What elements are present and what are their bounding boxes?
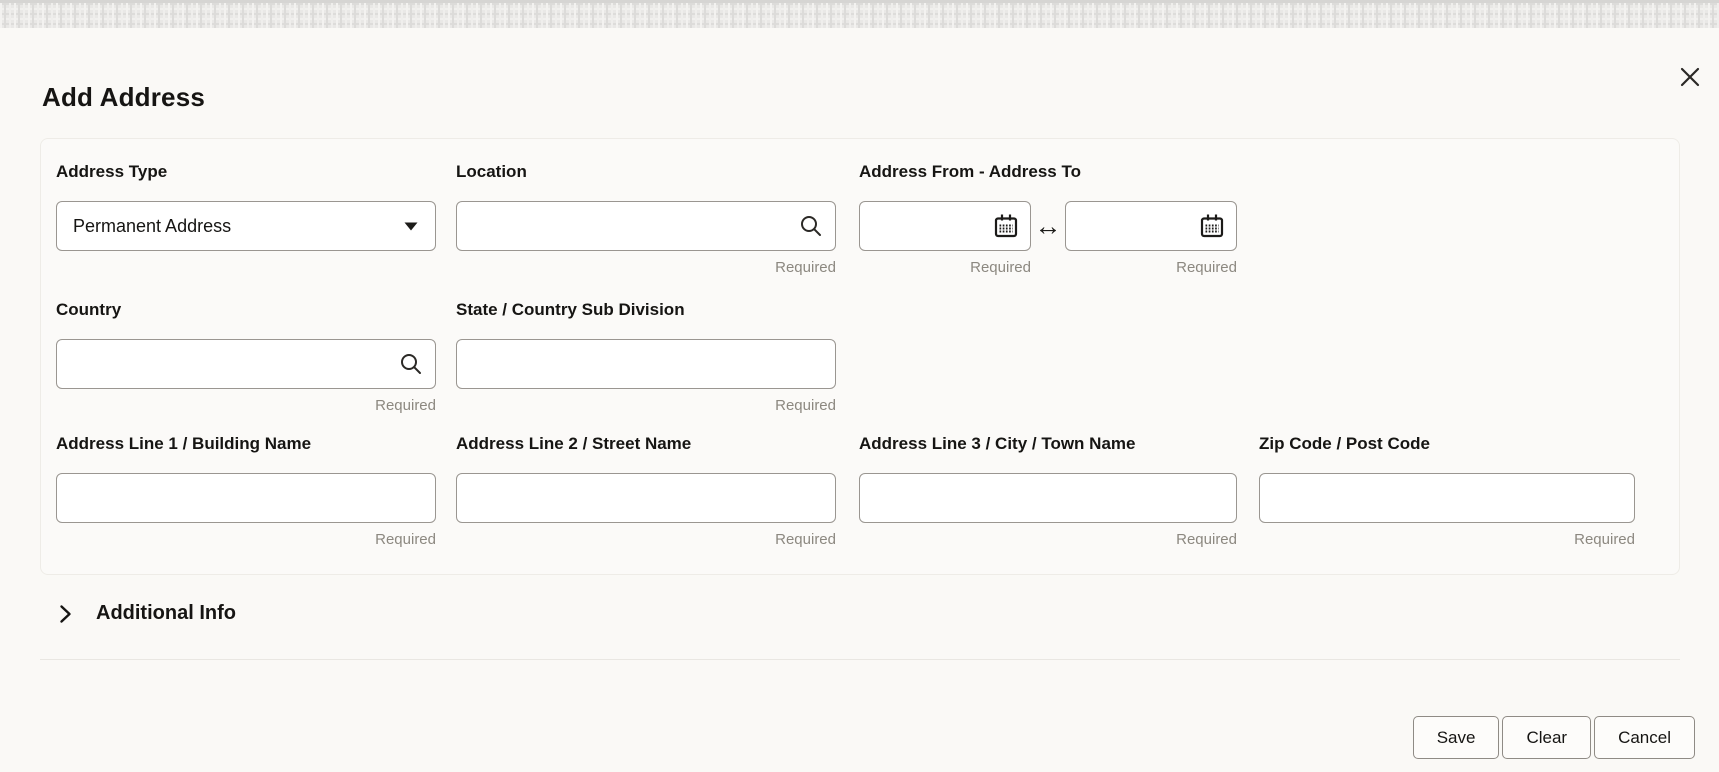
footer-divider [40,659,1680,660]
address-line3-required-hint: Required [1176,531,1237,548]
screen: Add Address Address Type Permanent Addre… [0,0,1719,772]
state-input[interactable] [456,339,836,389]
zip-code-required-hint: Required [1574,531,1635,548]
state-label: State / Country Sub Division [456,300,685,319]
location-label: Location [456,162,527,181]
address-line1-input[interactable] [56,473,436,523]
address-dates-label: Address From - Address To [859,162,1081,181]
address-form-card: Address Type Permanent Address Location [40,138,1680,575]
address-line1-label: Address Line 1 / Building Name [56,434,312,453]
address-line1-field: Address Line 1 / Building Name Required [56,433,436,551]
country-search-button[interactable] [394,347,428,381]
zip-code-label: Zip Code / Post Code [1259,434,1430,453]
additional-info-toggle[interactable]: Additional Info [57,602,236,625]
zip-code-input[interactable] [1259,473,1635,523]
address-line3-label: Address Line 3 / City / Town Name [859,434,1136,453]
address-line2-label: Address Line 2 / Street Name [456,434,692,453]
address-type-selected-value: Permanent Address [73,215,232,236]
location-field: Location Required [456,161,836,279]
address-line3-input[interactable] [859,473,1237,523]
address-type-select[interactable]: Permanent Address [56,201,436,251]
background-page-blur [0,0,1719,28]
calendar-icon [994,214,1018,238]
location-search-button[interactable] [794,209,828,243]
additional-info-title: Additional Info [96,602,236,624]
date-range-arrow-icon: ↔ [1034,210,1062,241]
chevron-right-icon [60,604,71,623]
address-line2-required-hint: Required [775,531,836,548]
country-label: Country [56,300,122,319]
search-icon [401,354,421,374]
address-type-field: Address Type Permanent Address [56,161,436,251]
caret-down-icon [404,222,418,230]
calendar-icon [1200,214,1224,238]
clear-button[interactable]: Clear [1502,716,1592,759]
address-line2-input[interactable] [456,473,836,523]
address-to-required-hint: Required [1176,259,1237,276]
zip-code-field: Zip Code / Post Code Required [1259,433,1635,551]
footer-actions: Save Clear Cancel [1412,716,1695,759]
country-input[interactable] [56,339,436,389]
address-from-calendar-button[interactable] [989,209,1023,243]
location-required-hint: Required [775,259,836,276]
address-from-required-hint: Required [970,259,1031,276]
state-required-hint: Required [775,397,836,414]
close-icon [1680,67,1700,87]
address-line3-field: Address Line 3 / City / Town Name Requir… [859,433,1237,551]
save-button[interactable]: Save [1412,716,1500,759]
cancel-button[interactable]: Cancel [1594,716,1695,759]
country-field: Country Required [56,299,436,417]
address-type-label: Address Type [56,162,168,181]
modal-title: Add Address [42,82,206,112]
country-required-hint: Required [375,397,436,414]
close-button[interactable] [1674,61,1706,93]
state-field: State / Country Sub Division Required [456,299,836,417]
location-input[interactable] [456,201,836,251]
address-to-calendar-button[interactable] [1195,209,1229,243]
add-address-modal: Add Address Address Type Permanent Addre… [0,28,1719,772]
address-line1-required-hint: Required [375,531,436,548]
address-line2-field: Address Line 2 / Street Name Required [456,433,836,551]
address-dates-field: Address From - Address To Required ↔ Req… [859,161,1237,279]
search-icon [801,216,821,236]
